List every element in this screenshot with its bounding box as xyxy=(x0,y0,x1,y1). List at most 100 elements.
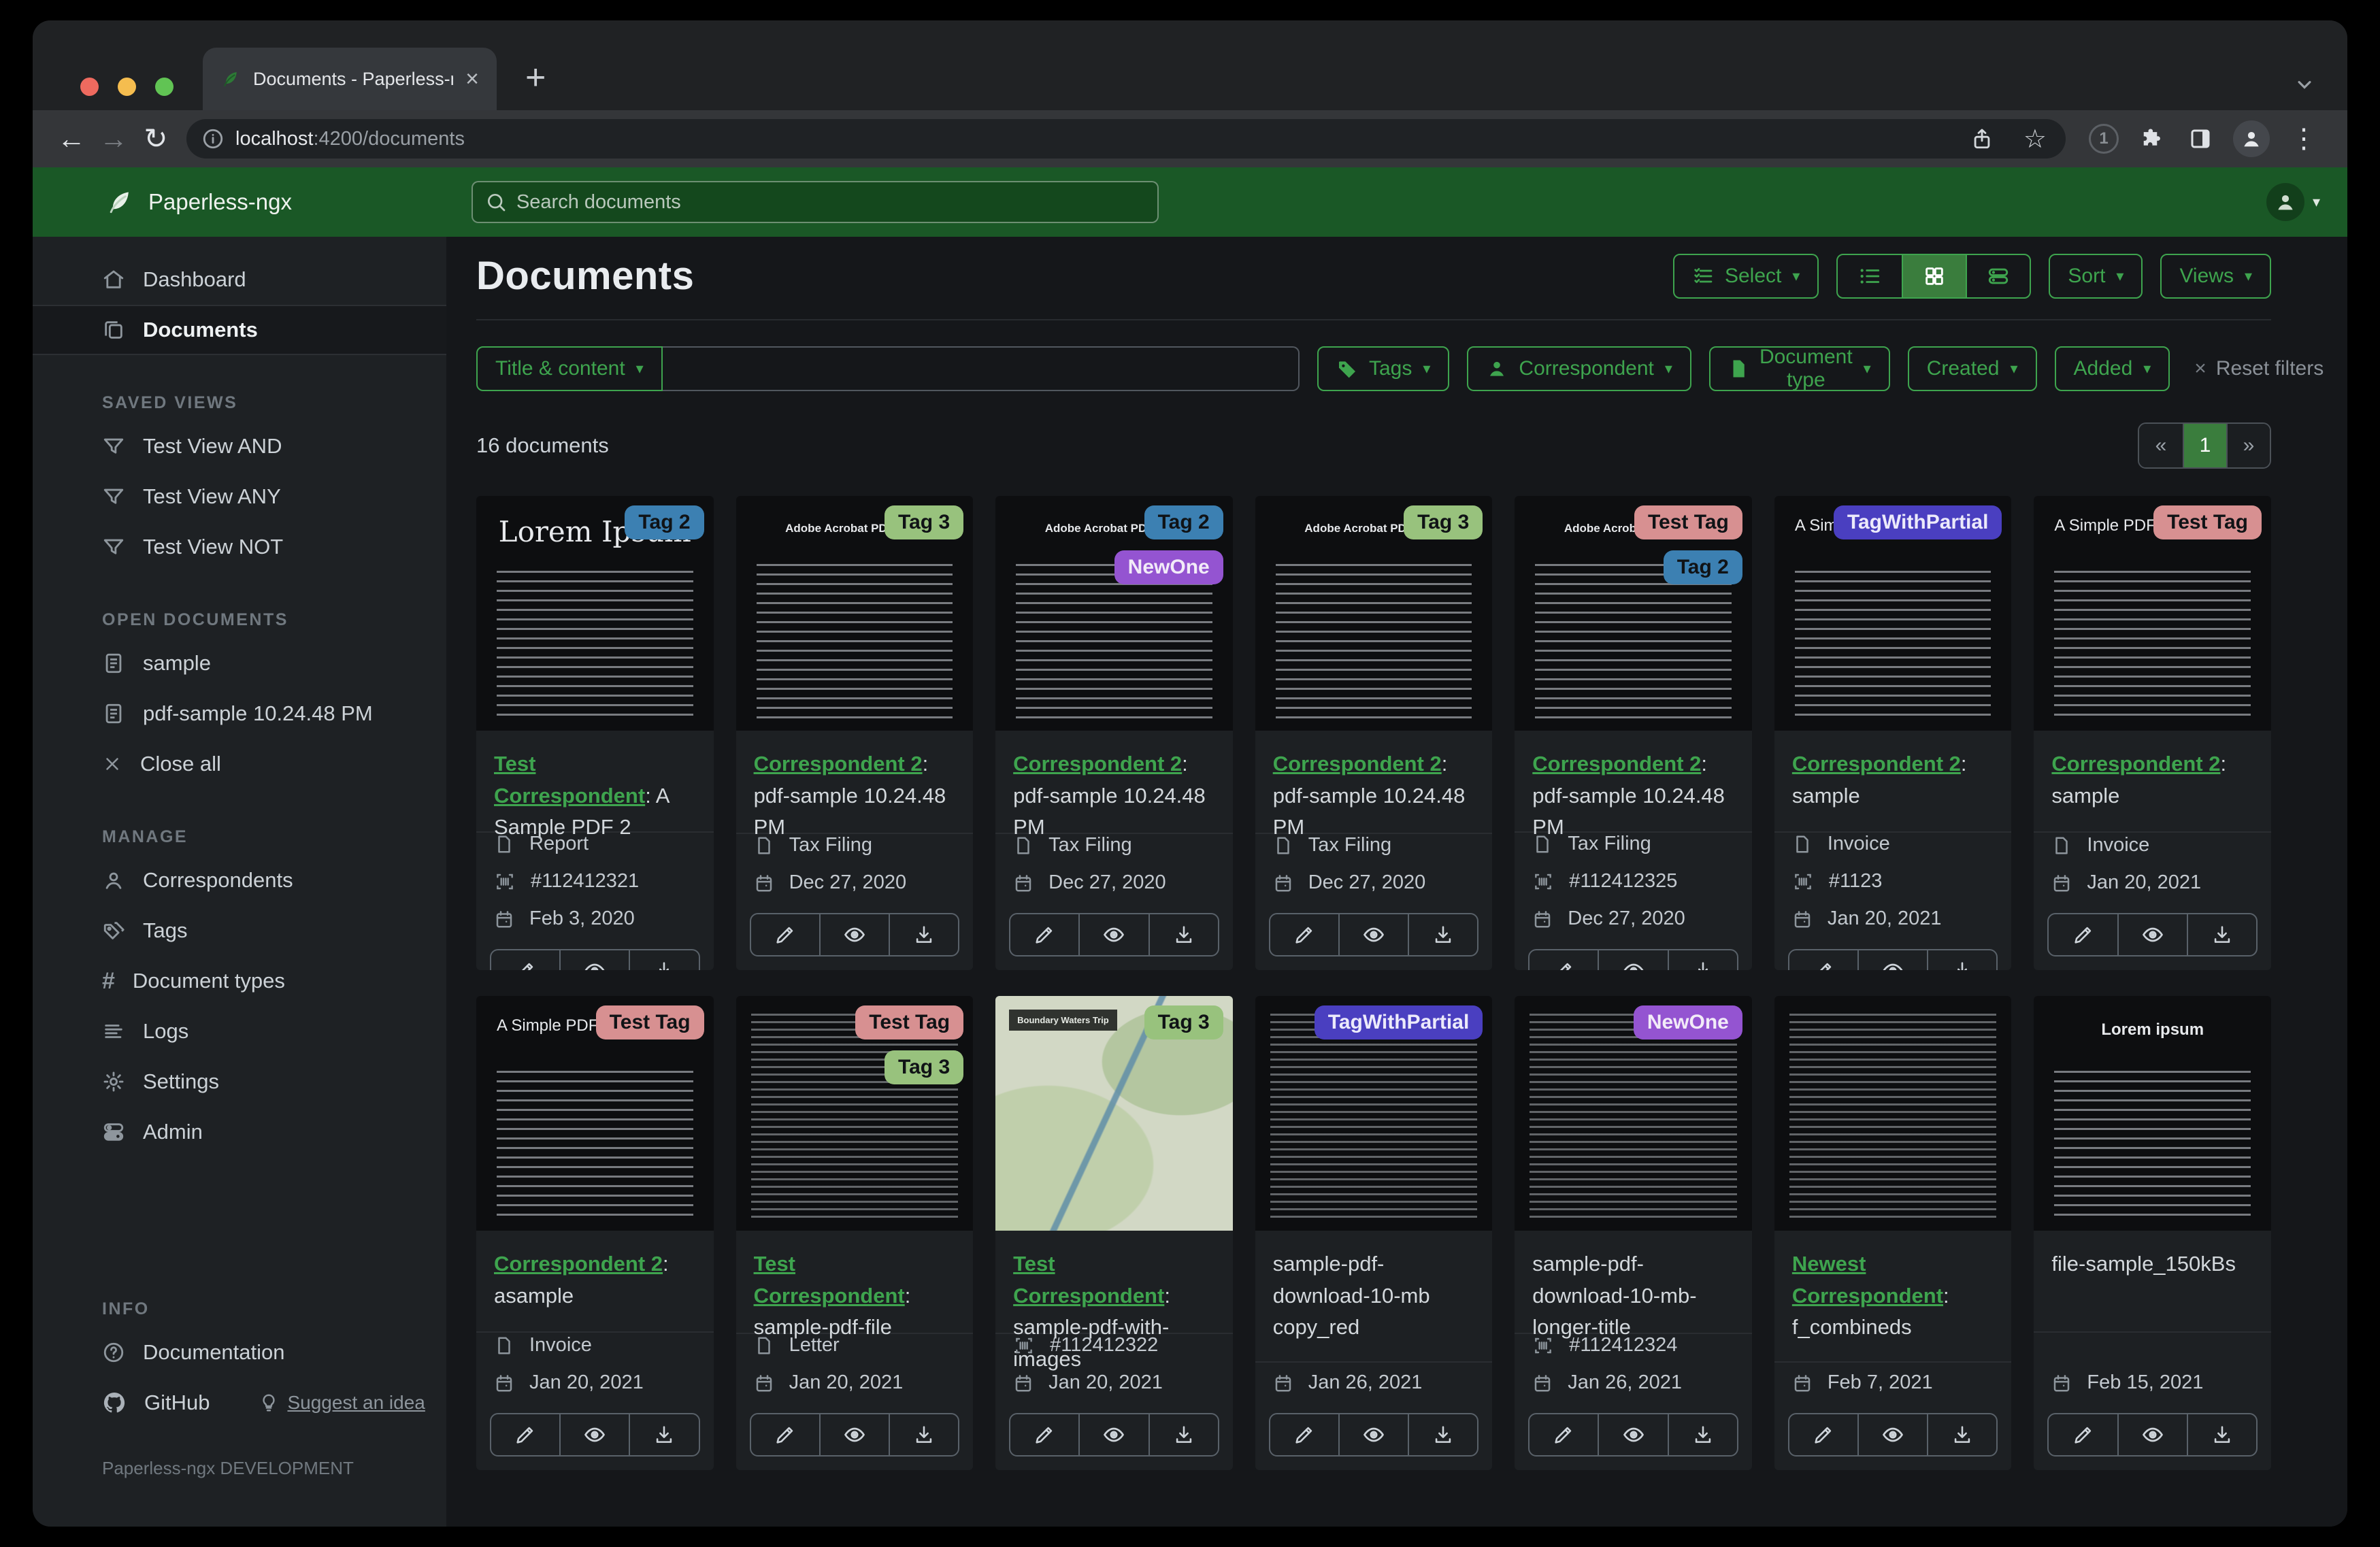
close-window-button[interactable] xyxy=(80,78,99,96)
sidebar-item-admin[interactable]: Admin xyxy=(33,1107,446,1157)
view-button[interactable] xyxy=(1598,950,1667,970)
extension-1-icon[interactable]: 1 xyxy=(2089,124,2119,154)
download-button[interactable] xyxy=(629,950,698,970)
document-thumbnail[interactable]: NewOne xyxy=(1515,996,1752,1231)
page-1-button[interactable]: 1 xyxy=(2183,424,2226,467)
extensions-puzzle-icon[interactable] xyxy=(2127,127,2176,151)
edit-button[interactable] xyxy=(1270,914,1338,955)
views-button[interactable]: Views ▾ xyxy=(2160,253,2271,299)
sidebar-item-dashboard[interactable]: Dashboard xyxy=(33,254,446,305)
download-button[interactable] xyxy=(1408,1414,1477,1455)
browser-tab[interactable]: Documents - Paperless-ngx × xyxy=(203,48,497,110)
tag-badge[interactable]: Test Tag xyxy=(1634,505,1742,539)
tag-badge[interactable]: Tag 3 xyxy=(1144,1005,1223,1039)
tag-badge[interactable]: Tag 3 xyxy=(885,1050,964,1084)
correspondent-link[interactable]: Correspondent 2 xyxy=(1273,752,1442,776)
maximize-window-button[interactable] xyxy=(155,78,173,96)
select-button[interactable]: Select ▾ xyxy=(1672,253,1819,299)
edit-button[interactable] xyxy=(1789,1414,1857,1455)
download-button[interactable] xyxy=(1408,914,1477,955)
reload-icon[interactable]: ↻ xyxy=(135,124,177,153)
browser-menu-kebab-icon[interactable]: ⋮ xyxy=(2278,123,2330,154)
document-thumbnail[interactable]: Lorem ipsum xyxy=(2034,996,2271,1231)
tag-badge[interactable]: TagWithPartial xyxy=(1833,505,2002,539)
download-button[interactable] xyxy=(629,1414,698,1455)
download-button[interactable] xyxy=(1667,950,1737,970)
search-input[interactable] xyxy=(516,190,1145,214)
sidebar-item-test-view-and[interactable]: Test View AND xyxy=(33,421,446,471)
edit-button[interactable] xyxy=(1530,1414,1598,1455)
download-button[interactable] xyxy=(2186,914,2256,955)
side-panel-icon[interactable] xyxy=(2176,127,2225,151)
download-button[interactable] xyxy=(1927,1414,1996,1455)
back-icon[interactable]: ← xyxy=(50,124,93,153)
site-info-icon[interactable] xyxy=(201,127,225,150)
added-filter-button[interactable]: Added ▾ xyxy=(2054,346,2170,391)
document-thumbnail[interactable]: Adobe Acrobat PDF Files Tag 3 xyxy=(1255,496,1493,731)
tag-badge[interactable]: Test Tag xyxy=(855,1005,964,1039)
tag-badge[interactable]: Tag 2 xyxy=(1663,550,1742,584)
edit-button[interactable] xyxy=(1010,1414,1078,1455)
sidebar-item-document-types[interactable]: # Document types xyxy=(33,956,446,1006)
document-thumbnail[interactable]: Boundary Waters Trip Tag 3 xyxy=(995,996,1233,1231)
view-button[interactable] xyxy=(559,950,629,970)
tag-badge[interactable]: TagWithPartial xyxy=(1314,1005,1483,1039)
edit-button[interactable] xyxy=(2049,914,2117,955)
app-brand[interactable]: Paperless-ngx xyxy=(105,187,292,217)
view-button[interactable] xyxy=(819,1414,889,1455)
view-button[interactable] xyxy=(819,914,889,955)
tag-badge[interactable]: Tag 2 xyxy=(625,505,704,539)
forward-icon[interactable]: → xyxy=(93,124,135,153)
sidebar-item-settings[interactable]: Settings xyxy=(33,1057,446,1107)
view-button[interactable] xyxy=(1338,1414,1408,1455)
edit-button[interactable] xyxy=(1789,950,1857,970)
created-filter-button[interactable]: Created ▾ xyxy=(1907,346,2037,391)
document-type-filter-button[interactable]: Document type ▾ xyxy=(1708,346,1890,391)
correspondent-link[interactable]: Correspondent 2 xyxy=(754,752,923,776)
download-button[interactable] xyxy=(1927,950,1996,970)
tag-badge[interactable]: NewOne xyxy=(1114,550,1223,584)
tab-search-chevron-icon[interactable] xyxy=(2292,71,2317,97)
suggest-idea-label[interactable]: Suggest an idea xyxy=(287,1392,425,1414)
edit-button[interactable] xyxy=(491,1414,559,1455)
correspondent-link[interactable]: Correspondent 2 xyxy=(1792,752,1961,776)
sidebar-item-test-view-not[interactable]: Test View NOT xyxy=(33,522,446,572)
document-thumbnail[interactable]: A Simple PDF File TagWithPartial xyxy=(1774,496,2012,731)
correspondent-link[interactable]: Test Correspondent xyxy=(494,752,645,808)
document-thumbnail[interactable]: A Simple PDF File Test Tag xyxy=(476,996,714,1231)
global-search[interactable] xyxy=(471,181,1159,223)
sort-button[interactable]: Sort ▾ xyxy=(2049,253,2143,299)
tag-badge[interactable]: NewOne xyxy=(1633,1005,1742,1039)
sidebar-item-github-label[interactable]: GitHub xyxy=(144,1391,210,1415)
sidebar-item-tags[interactable]: Tags xyxy=(33,905,446,956)
view-button[interactable] xyxy=(2117,914,2187,955)
edit-button[interactable] xyxy=(751,1414,819,1455)
next-page-button[interactable]: » xyxy=(2226,424,2270,467)
detail-view-button[interactable] xyxy=(1966,254,2030,297)
document-thumbnail[interactable]: Adobe Acrobat PDF Files Test Tag Tag 2 xyxy=(1515,496,1752,731)
download-button[interactable] xyxy=(888,1414,958,1455)
tag-badge[interactable]: Tag 3 xyxy=(885,505,964,539)
sidebar-item-open-doc-pdf-sample[interactable]: pdf-sample 10.24.48 PM xyxy=(33,688,446,739)
tag-badge[interactable]: Tag 3 xyxy=(1404,505,1483,539)
view-button[interactable] xyxy=(1078,1414,1148,1455)
new-tab-button[interactable]: + xyxy=(525,60,546,95)
edit-button[interactable] xyxy=(1010,914,1078,955)
correspondent-link[interactable]: Correspondent 2 xyxy=(1013,752,1182,776)
sidebar-item-documentation[interactable]: Documentation xyxy=(33,1327,446,1378)
correspondent-link[interactable]: Test Correspondent xyxy=(754,1252,905,1308)
minimize-window-button[interactable] xyxy=(118,78,136,96)
browser-profile-avatar[interactable] xyxy=(2233,120,2270,157)
download-button[interactable] xyxy=(1667,1414,1737,1455)
edit-button[interactable] xyxy=(1270,1414,1338,1455)
tags-filter-button[interactable]: Tags ▾ xyxy=(1317,346,1450,391)
share-icon[interactable] xyxy=(1961,127,2003,150)
view-button[interactable] xyxy=(559,1414,629,1455)
filter-field-selector-button[interactable]: Title & content ▾ xyxy=(476,346,663,391)
view-button[interactable] xyxy=(1857,1414,1927,1455)
correspondent-link[interactable]: Test Correspondent xyxy=(1013,1252,1164,1308)
document-thumbnail[interactable]: Adobe Acrobat PDF Files Tag 3 xyxy=(736,496,974,731)
edit-button[interactable] xyxy=(1530,950,1598,970)
document-thumbnail[interactable]: Adobe Acrobat PDF Files Tag 2 NewOne xyxy=(995,496,1233,731)
reset-filters-button[interactable]: × Reset filters xyxy=(2194,357,2324,380)
